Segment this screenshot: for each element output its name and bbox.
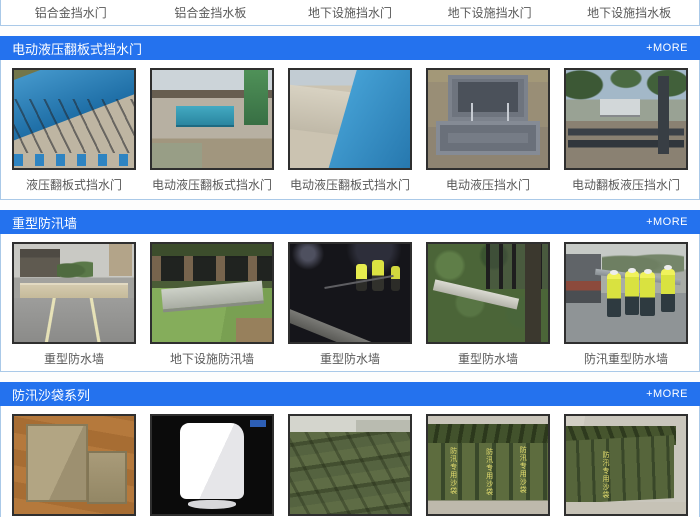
photo-shape <box>57 260 93 282</box>
product-caption[interactable]: 电动液压挡水门 <box>426 176 550 193</box>
product-card: 电动液压翻板式挡水门 <box>150 68 274 199</box>
product-photo-construction-site-gate[interactable] <box>150 68 274 170</box>
photo-worker-figure <box>607 273 621 316</box>
photo-shape <box>288 309 372 344</box>
product-card: 防汛重型防水墙 <box>564 242 688 371</box>
photo-shape <box>176 106 234 127</box>
product-photo-night-installation[interactable] <box>288 242 412 344</box>
product-photo-steel-frame-yard[interactable] <box>564 68 688 170</box>
section-body: 重型防水墙 地下设施防汛墙 重型防水墙 重型防水墙 <box>0 234 700 372</box>
product-link[interactable]: 地下设施挡水门 <box>420 4 560 21</box>
product-card <box>150 414 274 517</box>
product-caption[interactable]: 电动液压翻板式挡水门 <box>150 176 274 193</box>
product-caption[interactable]: 地下设施防汛墙 <box>150 350 274 367</box>
section-flood-sandbags: 防汛沙袋系列 +MORE <box>0 382 700 517</box>
photo-shape <box>14 99 134 153</box>
product-card <box>12 414 136 517</box>
photo-shape <box>244 70 268 125</box>
product-photo-sandbag-heap[interactable] <box>288 414 412 516</box>
photo-worker-figure <box>625 271 639 314</box>
product-link[interactable]: 地下设施挡水门 <box>280 4 420 21</box>
photo-shape <box>391 266 401 291</box>
more-link[interactable]: +MORE <box>646 388 688 400</box>
sandbag-print-text: 防汛专用沙袋 <box>486 448 493 496</box>
product-photo-sandbag-rows[interactable]: 防汛专用沙袋 <box>564 414 688 516</box>
section-title: 重型防汛墙 <box>12 213 77 232</box>
product-photo-white-woven-sack[interactable] <box>150 414 274 516</box>
photo-shape <box>372 260 384 291</box>
photo-shape <box>658 76 669 154</box>
product-photo-grey-flap-gate-open[interactable] <box>426 68 550 170</box>
product-caption[interactable]: 重型防水墙 <box>426 350 550 367</box>
product-card: 电动液压挡水门 <box>426 68 550 199</box>
photo-shape <box>600 99 641 117</box>
photo-shape <box>525 244 541 342</box>
section-header: 重型防汛墙 +MORE <box>0 210 700 234</box>
photo-shape <box>356 264 367 291</box>
product-link[interactable]: 铝合金挡水门 <box>1 4 141 21</box>
section-body: 防汛专用沙袋 防汛专用沙袋 防汛专用沙袋 防汛专用沙袋 <box>0 406 700 517</box>
section-title: 电动液压翻板式挡水门 <box>12 39 142 58</box>
product-catalog-page: 铝合金挡水门 铝合金挡水板 地下设施挡水门 地下设施挡水门 地下设施挡水板 电动… <box>0 0 700 517</box>
more-link[interactable]: +MORE <box>646 216 688 228</box>
product-link[interactable]: 地下设施挡水板 <box>559 4 699 21</box>
product-card: 电动翻板液压挡水门 <box>564 68 688 199</box>
product-card: 地下设施防汛墙 <box>150 242 274 371</box>
section-header: 防汛沙袋系列 +MORE <box>0 382 700 406</box>
product-link[interactable]: 铝合金挡水板 <box>141 4 281 21</box>
product-caption[interactable]: 电动翻板液压挡水门 <box>564 176 688 193</box>
more-link[interactable]: +MORE <box>646 42 688 54</box>
photo-shape <box>14 298 134 342</box>
photo-shape <box>14 154 134 166</box>
section-electric-hydraulic-flap-gates: 电动液压翻板式挡水门 +MORE 液压翻板式挡水门 电动液压翻板式挡水门 电 <box>0 36 700 200</box>
product-caption[interactable]: 重型防水墙 <box>288 350 412 367</box>
sandbag-print-text: 防汛专用沙袋 <box>602 451 609 499</box>
section-body: 液压翻板式挡水门 电动液压翻板式挡水门 电动液压翻板式挡水门 电动液压挡水门 <box>0 60 700 200</box>
product-photo-standing-sandbags[interactable]: 防汛专用沙袋 防汛专用沙袋 防汛专用沙袋 <box>426 414 550 516</box>
photo-worker-figure <box>661 269 675 312</box>
photo-shape <box>566 502 686 514</box>
photo-shape <box>188 500 236 509</box>
product-card: 防汛专用沙袋 <box>564 414 688 517</box>
product-card <box>288 414 412 517</box>
product-caption[interactable]: 重型防水墙 <box>12 350 136 367</box>
product-card: 重型防水墙 <box>426 242 550 371</box>
sandbag-print-text: 防汛专用沙袋 <box>450 447 457 495</box>
photo-shape <box>152 143 202 168</box>
product-photo-beam-in-foliage[interactable] <box>426 242 550 344</box>
product-card: 电动液压翻板式挡水门 <box>288 68 412 199</box>
sandbag-print-text: 防汛专用沙袋 <box>519 446 526 494</box>
product-caption[interactable]: 电动液压翻板式挡水门 <box>288 176 412 193</box>
photo-worker-figure <box>640 272 654 315</box>
photo-shape <box>290 432 410 514</box>
product-card: 重型防水墙 <box>12 242 136 371</box>
photo-shape <box>87 451 127 504</box>
photo-shape <box>236 318 272 342</box>
photo-shape <box>436 121 539 155</box>
photo-shape <box>180 423 245 499</box>
product-card: 液压翻板式挡水门 <box>12 68 136 199</box>
product-caption[interactable]: 防汛重型防水墙 <box>564 350 688 367</box>
photo-shape <box>566 435 674 503</box>
photo-shape <box>152 256 272 281</box>
product-photo-hydraulic-flap-gate-underside[interactable] <box>12 68 136 170</box>
photo-shape <box>109 244 132 276</box>
product-photo-road-flood-wall[interactable] <box>12 242 136 344</box>
product-card: 防汛专用沙袋 防汛专用沙袋 防汛专用沙袋 <box>426 414 550 517</box>
photo-shape <box>20 249 60 277</box>
previous-section-caption-row: 铝合金挡水门 铝合金挡水板 地下设施挡水门 地下设施挡水门 地下设施挡水板 <box>0 0 700 26</box>
product-photo-lawn-flood-wall[interactable] <box>150 242 274 344</box>
section-heavy-flood-walls: 重型防汛墙 +MORE 重型防水墙 地下设施防汛墙 重型防水墙 <box>0 210 700 372</box>
product-photo-canvas-sandbags[interactable] <box>12 414 136 516</box>
section-title: 防汛沙袋系列 <box>12 385 90 404</box>
photo-shape <box>566 254 601 303</box>
photo-shape <box>250 420 266 427</box>
product-caption[interactable]: 液压翻板式挡水门 <box>12 176 136 193</box>
photo-shape <box>26 424 88 502</box>
product-photo-blue-wall-ramp[interactable] <box>288 68 412 170</box>
product-card: 重型防水墙 <box>288 242 412 371</box>
section-header: 电动液压翻板式挡水门 +MORE <box>0 36 700 60</box>
product-photo-crew-carrying-barrier[interactable] <box>564 242 688 344</box>
